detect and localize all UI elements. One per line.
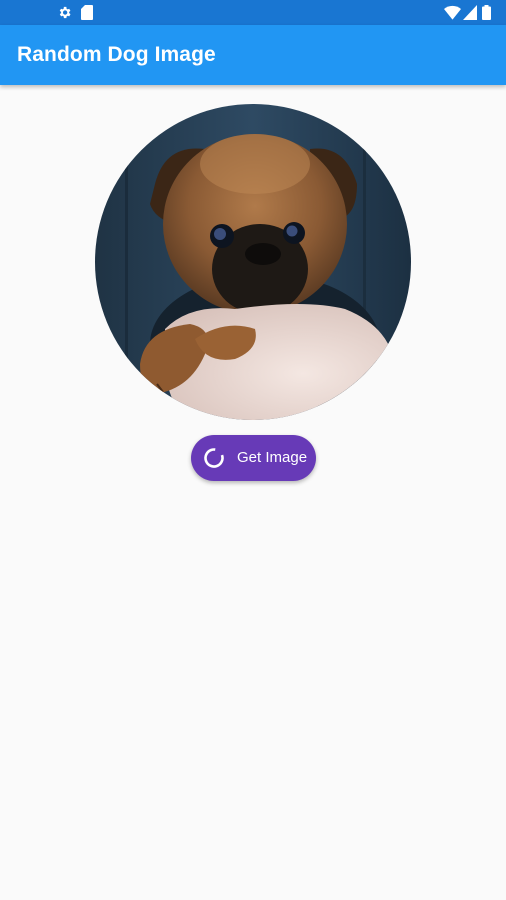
get-image-button[interactable]: Get Image [191, 435, 316, 481]
dog-photo [95, 104, 411, 420]
signal-icon [463, 5, 477, 20]
sd-card-icon [81, 5, 93, 20]
get-image-button-label: Get Image [237, 449, 308, 466]
wifi-icon [444, 5, 461, 20]
app-bar-title: Random Dog Image [17, 43, 216, 66]
settings-icon [59, 6, 71, 19]
app-bar: Random Dog Image [0, 25, 506, 85]
loading-spinner-icon [204, 448, 224, 468]
battery-icon [482, 5, 491, 20]
status-bar [0, 0, 506, 25]
